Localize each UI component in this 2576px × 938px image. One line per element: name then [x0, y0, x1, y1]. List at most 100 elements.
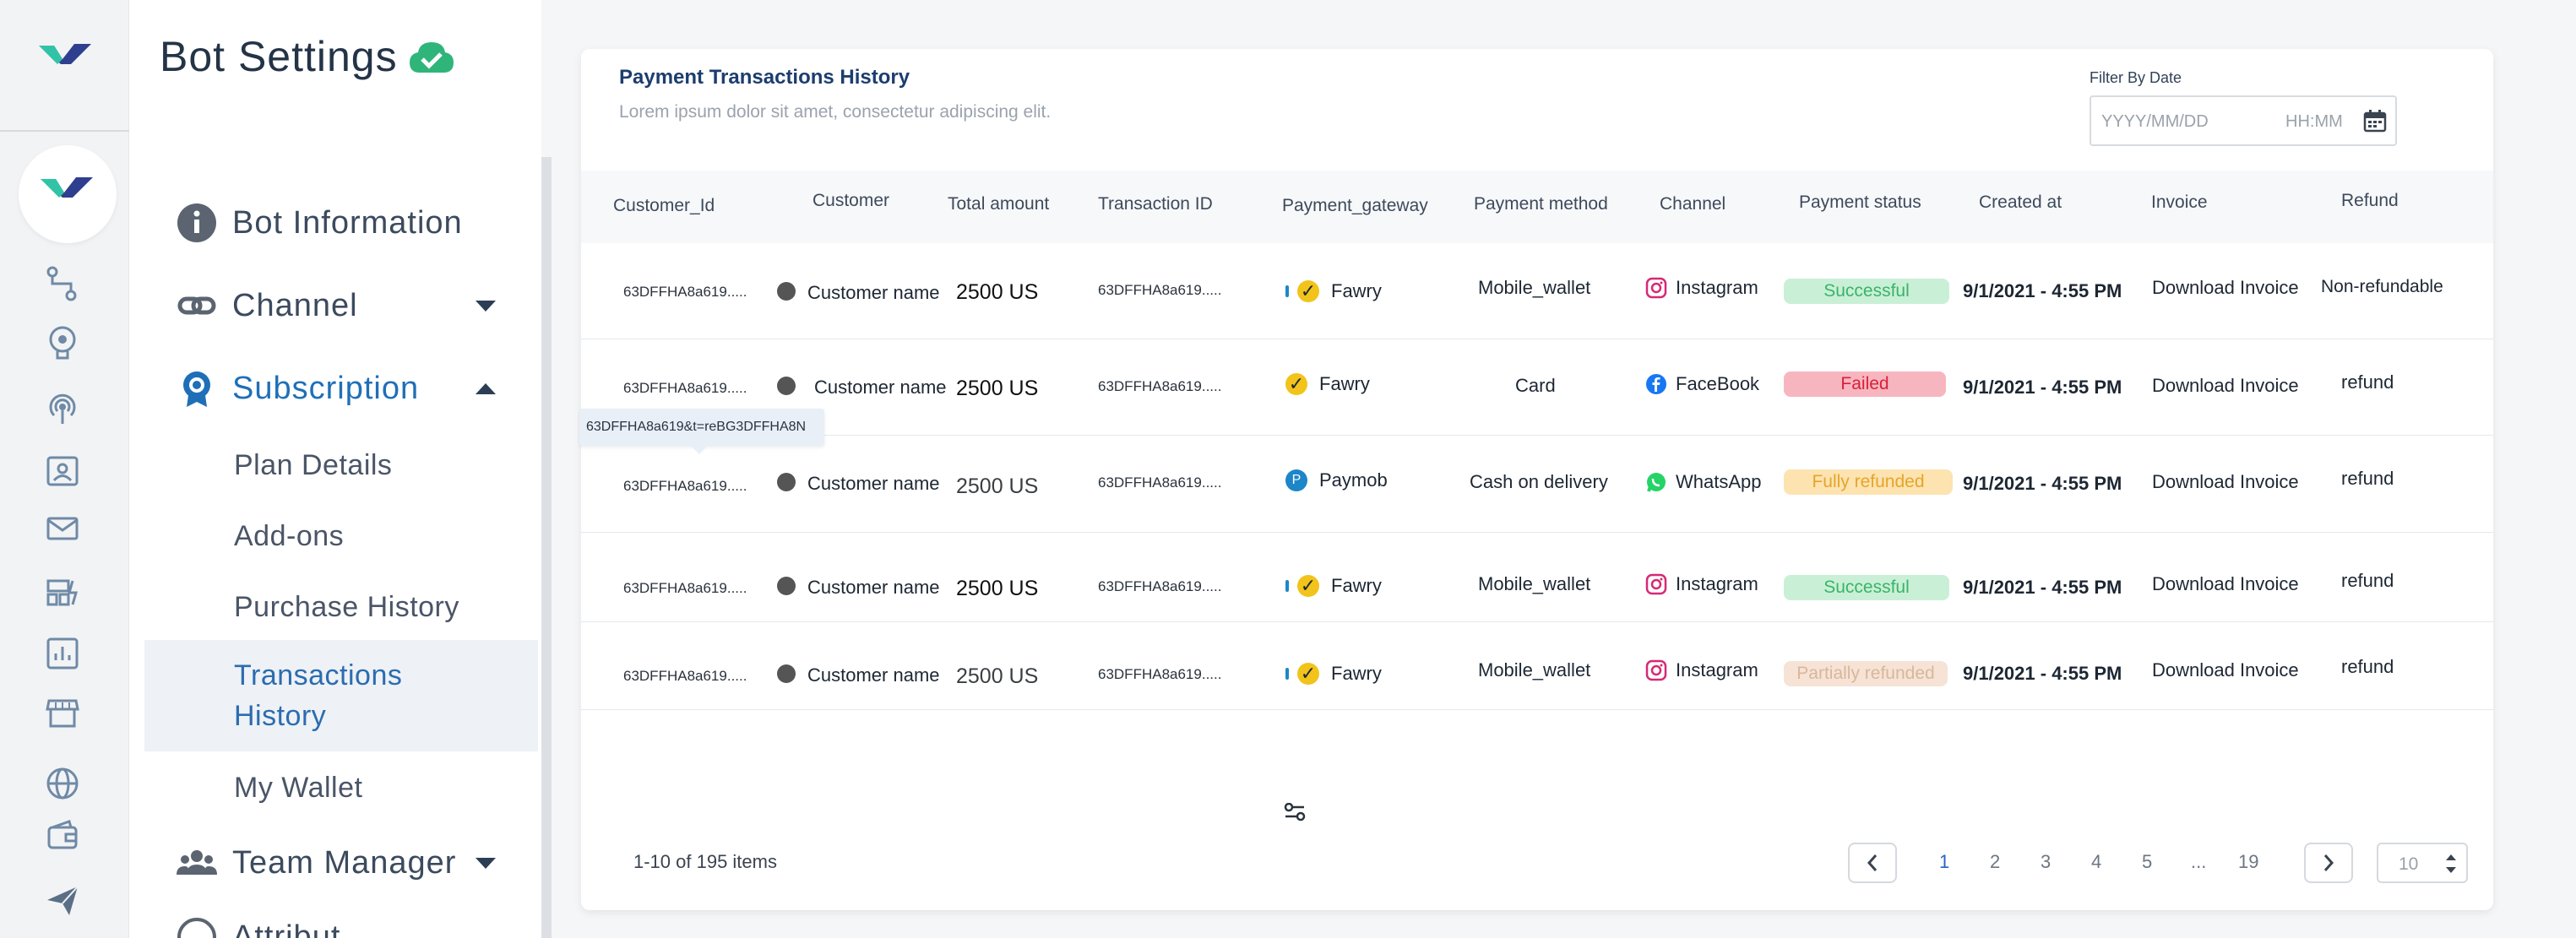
team-icon [177, 850, 217, 875]
date-filter-input[interactable]: YYYY/MM/DD HH:MM [2090, 95, 2397, 146]
nav-bot-information[interactable]: Bot Information [129, 189, 541, 257]
col-refund[interactable]: Refund [2341, 191, 2399, 211]
customer-avatar-icon [777, 577, 796, 595]
page-3[interactable]: 3 [2041, 851, 2051, 873]
page-1[interactable]: 1 [1939, 851, 1949, 873]
page-19[interactable]: 19 [2238, 851, 2258, 873]
page-2[interactable]: 2 [1990, 851, 2000, 873]
col-transaction-id[interactable]: Transaction ID [1098, 194, 1213, 214]
page-size-stepper[interactable]: 10 [2377, 843, 2468, 883]
stepper-arrows-icon[interactable] [2444, 851, 2458, 876]
contact-card-icon[interactable] [44, 453, 81, 490]
calendar-icon[interactable] [2363, 109, 2387, 133]
table-row[interactable]: 63DFFHA8a619..... Customer name 2500 US … [581, 532, 2493, 621]
status-cell: Successful [1784, 279, 1949, 304]
date-placeholder: YYYY/MM/DD [2101, 112, 2209, 131]
col-total-amount[interactable]: Total amount [948, 194, 1049, 214]
gateway-cell: ✓ Fawry [1285, 663, 1382, 685]
next-page-button[interactable] [2304, 843, 2353, 883]
customer-name-cell: Customer name [807, 577, 940, 598]
transaction-id-cell[interactable]: 63DFFHA8a619..... [1098, 378, 1221, 395]
status-cell: Successful [1784, 575, 1949, 600]
download-invoice-link[interactable]: Download Invoice [2152, 573, 2299, 595]
download-invoice-link[interactable]: Download Invoice [2152, 659, 2299, 681]
transaction-id-cell[interactable]: 63DFFHA8a619..... [1098, 578, 1221, 595]
download-invoice-link[interactable]: Download Invoice [2152, 375, 2299, 397]
transaction-id-cell[interactable]: 63DFFHA8a619..... [1098, 474, 1221, 491]
nav-plan-details[interactable]: Plan Details [234, 449, 392, 482]
status-cell: Partially refunded [1784, 661, 1948, 686]
table-row[interactable]: 63DFFHA8a619..... Customer name 2500 US … [581, 339, 2493, 435]
store-icon[interactable] [44, 694, 81, 731]
created-at-cell: 9/1/2021 - 4:55 PM [1963, 377, 2122, 398]
amount-cell: 2500 US [956, 377, 1039, 400]
col-payment-gateway[interactable]: Payment_gateway [1282, 196, 1428, 216]
chevron-down-icon[interactable] [476, 300, 496, 312]
customer-id-cell[interactable]: 63DFFHA8a619..... [623, 580, 747, 597]
customer-avatar-icon [777, 473, 796, 491]
gateway-tick-icon [1285, 668, 1289, 680]
flow-icon[interactable] [44, 265, 81, 302]
refund-link[interactable]: refund [2341, 656, 2394, 678]
brain-icon[interactable] [44, 324, 81, 361]
customer-name-cell: Customer name [807, 473, 940, 494]
nav-transactions-history[interactable]: Transactions History [234, 655, 402, 736]
customer-id-cell[interactable]: 63DFFHA8a619..... [623, 478, 747, 495]
table-row[interactable]: 63DFFHA8a619..... Customer name 2500 US … [581, 435, 2493, 532]
nav-team-manager[interactable]: Team Manager [129, 829, 541, 897]
brand-logo-icon[interactable] [37, 41, 93, 66]
nav-attributes[interactable]: Attribut [129, 903, 541, 938]
table-row[interactable]: 63DFFHA8a619..... Customer name 2500 US … [581, 621, 2493, 710]
chevron-up-icon[interactable] [476, 382, 496, 394]
col-customer[interactable]: Customer [812, 191, 889, 211]
rail-active-bot[interactable] [19, 145, 117, 243]
broadcast-icon[interactable] [44, 388, 81, 426]
customer-id-cell[interactable]: 63DFFHA8a619..... [623, 284, 747, 301]
fawry-icon: ✓ [1297, 575, 1319, 597]
prev-page-button[interactable] [1848, 843, 1897, 883]
chevron-down-icon[interactable] [476, 857, 496, 869]
customer-id-cell[interactable]: 63DFFHA8a619..... [623, 668, 747, 685]
gateway-cell: ✓ Fawry [1285, 280, 1382, 302]
sidebar-scrollbar[interactable] [541, 157, 552, 938]
download-invoice-link[interactable]: Download Invoice [2152, 277, 2299, 299]
customer-id-cell[interactable]: 63DFFHA8a619..... [623, 380, 747, 397]
page-5[interactable]: 5 [2142, 851, 2152, 873]
download-invoice-link[interactable]: Download Invoice [2152, 471, 2299, 493]
status-cell: Failed [1784, 371, 1946, 397]
transaction-id-cell[interactable]: 63DFFHA8a619..... [1098, 282, 1221, 299]
whatsapp-icon [1647, 473, 1666, 492]
channel-name: WhatsApp [1676, 471, 1762, 492]
col-invoice[interactable]: Invoice [2151, 192, 2208, 213]
globe-icon[interactable] [44, 765, 81, 802]
col-created-at[interactable]: Created at [1979, 192, 2062, 213]
nav-my-wallet[interactable]: My Wallet [234, 772, 362, 805]
refund-link[interactable]: refund [2341, 468, 2394, 490]
dashboard-icon[interactable] [44, 574, 81, 611]
nav-subscription-label: Subscription [232, 370, 420, 406]
transaction-id-cell[interactable]: 63DFFHA8a619..... [1098, 666, 1221, 683]
nav-channel[interactable]: Channel [129, 272, 541, 339]
nav-add-ons[interactable]: Add-ons [234, 520, 344, 553]
page-4[interactable]: 4 [2091, 851, 2101, 873]
table-row[interactable]: 63DFFHA8a619..... Customer name 2500 US … [581, 243, 2493, 339]
send-icon[interactable] [44, 881, 81, 919]
fawry-icon: ✓ [1297, 280, 1319, 302]
page-ellipsis[interactable]: ... [2191, 851, 2206, 873]
gateway-name: Fawry [1331, 663, 1382, 684]
nav-subscription[interactable]: Subscription [129, 355, 541, 422]
mail-icon[interactable] [44, 510, 81, 547]
col-payment-status[interactable]: Payment status [1799, 192, 1921, 213]
fawry-icon: ✓ [1285, 373, 1307, 395]
col-payment-method[interactable]: Payment method [1474, 194, 1608, 214]
info-outline-icon [177, 918, 216, 938]
nav-purchase-history[interactable]: Purchase History [234, 591, 459, 624]
col-customer-id[interactable]: Customer_Id [613, 196, 715, 216]
table-settings-icon[interactable] [1284, 803, 1306, 821]
analytics-icon[interactable] [44, 635, 81, 672]
wallet-icon[interactable] [44, 817, 81, 854]
refund-link[interactable]: refund [2341, 570, 2394, 592]
col-channel[interactable]: Channel [1660, 194, 1725, 214]
created-at-cell: 9/1/2021 - 4:55 PM [1963, 280, 2122, 301]
refund-link[interactable]: refund [2341, 371, 2394, 393]
